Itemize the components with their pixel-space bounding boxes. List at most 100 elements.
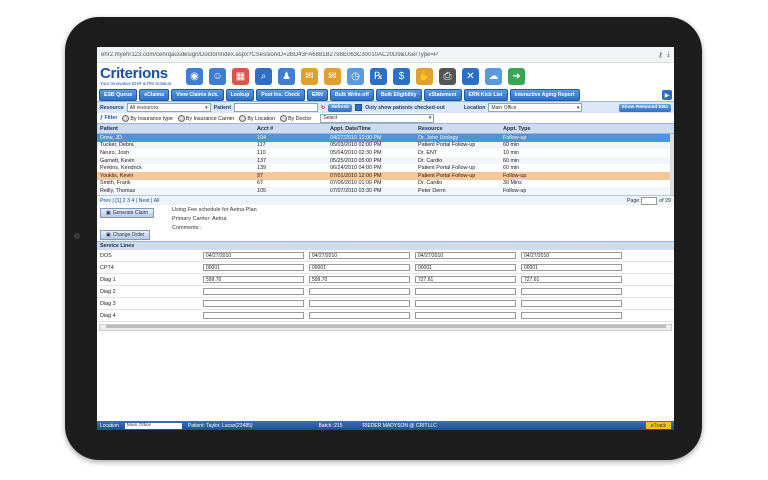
service-line-input[interactable] (203, 312, 304, 319)
refresh-icon[interactable]: ↻ (321, 105, 325, 111)
hand-icon[interactable]: ✋ (416, 67, 433, 85)
show-removed-button[interactable]: Show Removed EBs (618, 103, 671, 112)
service-line-input[interactable] (415, 312, 516, 319)
grid-header-cell[interactable]: Appt. Type (503, 126, 674, 132)
radio-icon[interactable] (122, 114, 130, 122)
service-line-input[interactable] (309, 288, 410, 295)
table-row[interactable]: Reilly, Thomas 105 07/07/2010 03:30 PM Pete… (97, 187, 674, 195)
service-line-input[interactable]: 727.61 (415, 276, 516, 283)
nav-tab-5[interactable]: ERN (306, 89, 328, 101)
service-line-input[interactable]: 04/27/2010 (203, 252, 304, 259)
person-icon[interactable]: ♟ (278, 67, 295, 85)
clock-icon[interactable]: ◷ (347, 67, 364, 85)
table-cell: Dr. ENT (418, 149, 438, 156)
grid-header-cell[interactable]: Acct # (257, 126, 330, 132)
footer-location-select[interactable]: Main Office (124, 422, 182, 429)
primary-carrier-text: Primary Carrier: Aetna (172, 216, 227, 222)
service-line-input[interactable]: 04/27/2010 (521, 252, 622, 259)
location-select[interactable]: Main Office ▾ (488, 103, 583, 112)
nav-tab-0[interactable]: ESB Queue (99, 89, 138, 101)
filter-select[interactable]: Select ▾ (320, 113, 435, 123)
nav-tab-7[interactable]: Bulk Eligibility (375, 89, 422, 101)
radio-icon[interactable] (177, 114, 185, 122)
service-line-input[interactable]: 00001 (415, 264, 516, 271)
nav-tab-3[interactable]: Lookup (225, 89, 255, 101)
nav-tab-2[interactable]: View Claims Ack. (171, 89, 224, 101)
table-row[interactable]: Perkins, Kendrick 139 06/24/2010 04:00 PM P… (97, 164, 674, 172)
refresh-button[interactable]: Refresh (328, 103, 353, 112)
service-line-input[interactable] (203, 300, 304, 307)
rx-icon[interactable]: ℞ (370, 67, 387, 85)
browser-address-bar[interactable]: ehr2.myehr123.com/cehrqausdesign/Doctor/… (97, 47, 674, 63)
scroll-thumb[interactable] (106, 325, 666, 328)
patient-input[interactable] (233, 103, 318, 112)
service-line-input[interactable] (309, 312, 410, 319)
envelope-icon[interactable]: ✉ (324, 67, 341, 85)
table-row[interactable]: Drew, JD 104 04/27/2010 12:00 PM Dr. John U… (97, 134, 674, 142)
calendar-icon[interactable]: ▦ (232, 67, 249, 85)
tools-icon[interactable]: ✕ (462, 67, 479, 85)
network-icon[interactable]: ☁ (485, 67, 502, 85)
search-icon[interactable]: ⌕ (255, 67, 272, 85)
grid-header-cell[interactable]: Patient (97, 126, 257, 132)
service-line-input[interactable]: 00001 (203, 264, 304, 271)
brand-tagline: Your Innovative EHR & PM Solution (100, 80, 172, 86)
service-line-input[interactable]: 727.61 (521, 276, 622, 283)
service-line-input[interactable] (521, 288, 622, 295)
horizontal-scrollbar[interactable] (99, 324, 672, 331)
nav-tab-6[interactable]: Bulk Write-off (329, 89, 374, 101)
url-text[interactable]: ehr2.myehr123.com/cehrqausdesign/Doctor/… (101, 52, 654, 58)
download-icon[interactable]: ⤓ (667, 51, 670, 59)
service-line-input[interactable]: 00001 (309, 264, 410, 271)
table-row[interactable]: Neuro, Josh 110 05/04/2010 02:30 PM Dr. ENT… (97, 149, 674, 157)
resource-select[interactable]: All resources ▾ (126, 103, 211, 112)
table-cell: Youklis, Kevin (100, 172, 134, 179)
user-icon[interactable]: ☺ (209, 67, 226, 85)
page-input[interactable] (641, 196, 658, 205)
table-row[interactable]: Tucker, Debra 117 05/03/2010 02:00 PM Patie… (97, 141, 674, 150)
radio-option-0[interactable]: By Insurance type (122, 114, 173, 122)
filter-label[interactable]: ƒ Filter (100, 115, 117, 121)
service-line-input[interactable]: 599.70 (309, 276, 410, 283)
checked-out-checkbox[interactable] (355, 104, 363, 111)
radio-option-2[interactable]: By Location (239, 114, 275, 122)
nav-tab-1[interactable]: eClaims (139, 89, 170, 101)
service-line-input[interactable]: 04/27/2010 (415, 252, 516, 259)
pager-links[interactable]: Prev | [1] 2 3 4 | Next | All (100, 198, 159, 204)
nav-tab-9[interactable]: ERN Kick List (463, 89, 508, 101)
printer-icon[interactable]: ⎙ (439, 67, 456, 85)
service-line-input[interactable]: 599.70 (203, 276, 304, 283)
dollar-icon[interactable]: $ (393, 67, 410, 85)
nav-tab-8[interactable]: eStatement (423, 89, 462, 101)
service-line-input[interactable] (203, 288, 304, 295)
service-line-input[interactable] (415, 300, 516, 307)
vertical-scrollbar[interactable] (670, 134, 674, 195)
service-line-input[interactable] (309, 300, 410, 307)
radio-icon[interactable] (280, 114, 288, 122)
generate-claim-button[interactable]: ▣ Generate Claim (100, 208, 154, 218)
service-line-input[interactable]: 04/27/2010 (309, 252, 410, 259)
nav-tabs: ESB Queue eClaims View Claims Ack. Lookup Po… (97, 89, 674, 101)
radio-icon[interactable] (239, 114, 247, 122)
service-line-input[interactable] (521, 300, 622, 307)
exit-icon[interactable]: ➜ (508, 67, 525, 85)
table-row[interactable]: Smith, Frank 67 07/06/2010 01:00 PM Dr. Car… (97, 180, 674, 188)
grid-header-cell[interactable]: Resource (418, 126, 503, 132)
nav-tab-10[interactable]: Interactive Aging Report (509, 89, 580, 101)
etrack-button[interactable]: eTrack (645, 422, 671, 429)
nav-tab-4[interactable]: Post Ins. Check (256, 89, 305, 101)
radio-option-3[interactable]: By Doctor (280, 114, 311, 122)
radio-option-1[interactable]: By Insurance Carrier (177, 114, 234, 122)
grid-header-cell[interactable]: Appt. Date/Time (330, 126, 418, 132)
mail-icon[interactable]: ✉ (301, 67, 318, 85)
table-row[interactable]: Garnett, Kevin 137 05/25/2010 05:00 PM Dr. … (97, 156, 674, 165)
nav-next-arrow-icon[interactable]: ▶ (662, 90, 672, 100)
service-line-input[interactable]: 00001 (521, 264, 622, 271)
change-order-button[interactable]: ▣ Change Order (100, 230, 151, 240)
table-row[interactable]: Youklis, Kevin 97 07/01/2010 12:00 PM Patie… (97, 171, 674, 180)
globe-icon[interactable]: ◉ (186, 67, 203, 85)
service-line-input[interactable] (415, 288, 516, 295)
service-line-input[interactable] (521, 312, 622, 319)
key-icon[interactable]: ⚷ (658, 51, 663, 59)
table-cell: Tucker, Debra (100, 142, 134, 149)
